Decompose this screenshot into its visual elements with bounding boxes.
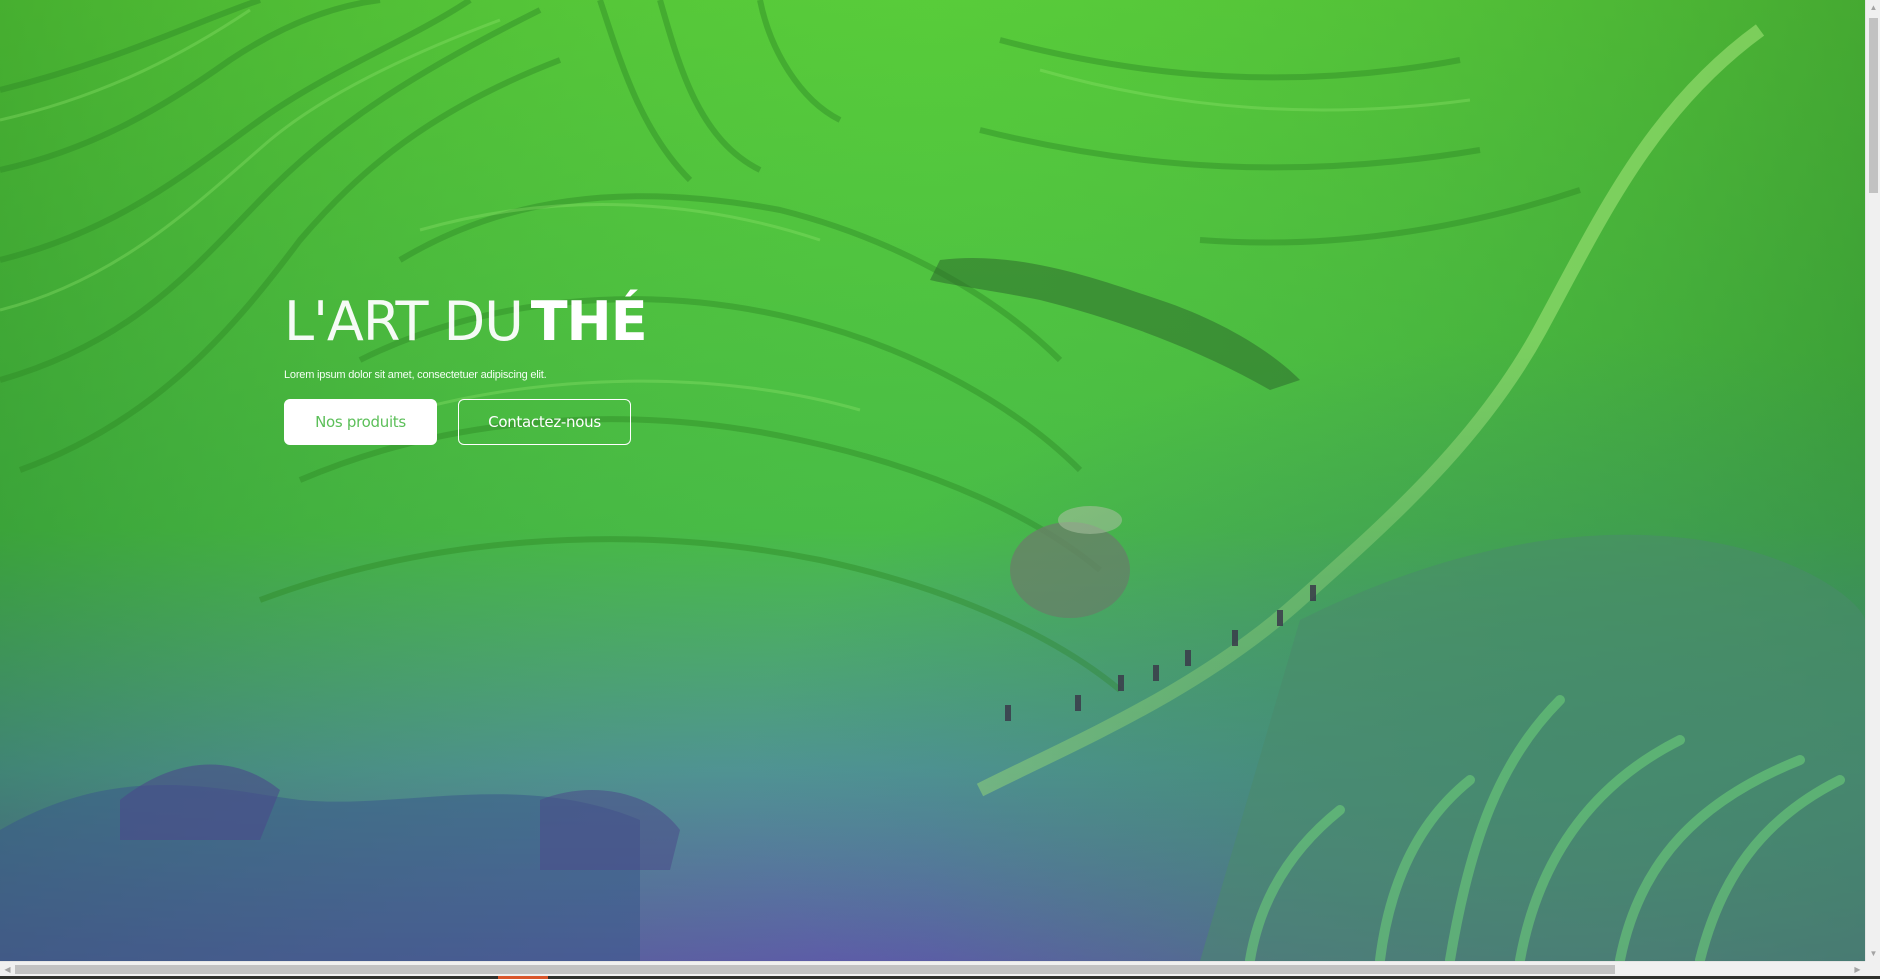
horizontal-scroll-thumb[interactable] <box>15 965 1615 974</box>
page-viewport: L'ART DU THÉ Lorem ipsum dolor sit amet, … <box>0 0 1865 961</box>
products-button[interactable]: Nos produits <box>284 399 437 445</box>
contact-button[interactable]: Contactez-nous <box>458 399 631 445</box>
scroll-down-icon[interactable]: ▼ <box>1866 946 1880 961</box>
hero-title-bold: THÉ <box>530 290 648 353</box>
hero-content: L'ART DU THÉ Lorem ipsum dolor sit amet, … <box>284 292 984 445</box>
hero-actions: Nos produits Contactez-nous <box>284 399 984 445</box>
scrollbar-corner <box>1865 961 1880 976</box>
hero-subtitle: Lorem ipsum dolor sit amet, consectetuer… <box>284 369 547 381</box>
scroll-up-icon[interactable]: ▲ <box>1866 0 1880 15</box>
vertical-scrollbar[interactable]: ▲ ▼ <box>1865 0 1880 961</box>
vertical-scroll-thumb[interactable] <box>1869 18 1878 193</box>
scroll-right-icon[interactable]: ▶ <box>1850 962 1865 977</box>
scroll-left-icon[interactable]: ◀ <box>0 962 15 977</box>
hero-background-image <box>0 0 1865 961</box>
hero-title-light: L'ART DU <box>284 290 524 353</box>
hero-title: L'ART DU THÉ <box>284 292 984 352</box>
horizontal-scrollbar[interactable]: ◀ ▶ <box>0 961 1865 976</box>
